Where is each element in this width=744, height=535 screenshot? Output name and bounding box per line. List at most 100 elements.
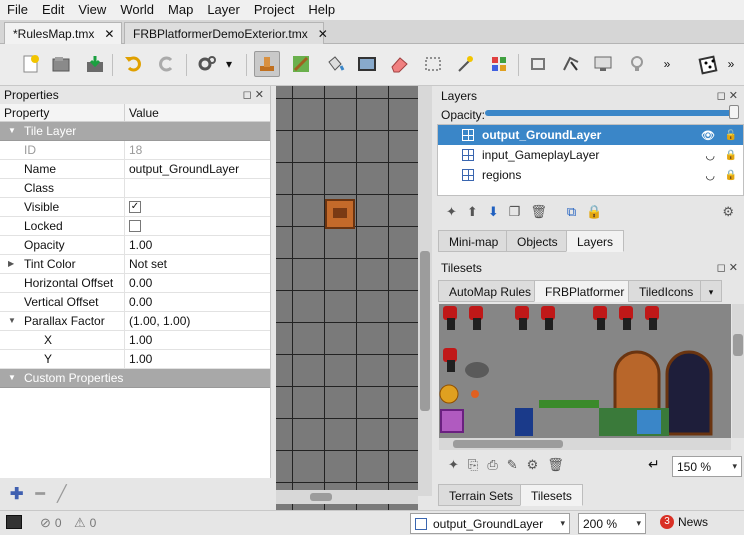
tab-terrain-sets[interactable]: Terrain Sets [438, 484, 525, 506]
object-select-icon[interactable] [526, 51, 552, 77]
raise-layer-icon[interactable]: ⬆ [467, 204, 478, 220]
tab-objects[interactable]: Objects [506, 230, 569, 252]
dynamic-wrap-icon[interactable]: ↵ [648, 456, 660, 473]
float-panel-icon[interactable]: ◻ [717, 262, 726, 274]
tab-layers[interactable]: Layers [566, 230, 625, 252]
error-count[interactable]: ⊘ 0 [40, 515, 62, 531]
vertical-scrollbar[interactable] [418, 86, 432, 496]
layer-item[interactable]: output_GroundLayer 👁 🔓 [438, 125, 743, 145]
new-tileset-icon[interactable]: ✦ [448, 457, 459, 473]
current-layer-select[interactable]: output_GroundLayer ▾ [410, 513, 570, 534]
edit-polygons-icon[interactable] [558, 51, 584, 77]
tab-tilesets[interactable]: Tilesets [520, 484, 583, 506]
close-icon[interactable]: ✕ [729, 90, 738, 102]
tab-list-dropdown[interactable]: ▾ [700, 280, 722, 302]
tab-frbplatformer[interactable]: FRBPlatformer [534, 280, 636, 302]
horizontal-scrollbar[interactable] [276, 490, 418, 504]
delete-layer-icon[interactable]: 🗑 [530, 204, 547, 220]
overflow-chevron-icon[interactable]: » [660, 51, 674, 77]
layer-item[interactable]: regions ◡ 🔒 [438, 165, 743, 185]
warning-count[interactable]: ⚠ 0 [74, 515, 96, 531]
eye-closed-icon[interactable]: ◡ [705, 149, 715, 162]
export-tileset-icon[interactable]: ⎙ [487, 457, 497, 473]
close-icon[interactable]: ✕ [729, 262, 738, 274]
rename-property-icon[interactable]: ╱ [57, 484, 67, 504]
embed-tileset-icon[interactable]: ⎘ [468, 457, 478, 473]
tab-automap-rules[interactable]: AutoMap Rules [438, 280, 543, 302]
menu-layer[interactable]: Layer [200, 0, 247, 20]
tileset-zoom-select[interactable]: 150 % ▾ [672, 456, 742, 477]
tileset-hscroll[interactable] [439, 438, 731, 450]
table-row[interactable]: Opacity 1.00 [0, 236, 270, 255]
table-row[interactable]: ▶ Tint Color Not set [0, 255, 270, 274]
scrollbar-thumb[interactable] [453, 440, 563, 448]
show-hide-others-icon[interactable]: ⧉ [567, 204, 576, 220]
tab-rulesmap[interactable]: *RulesMap.tmx ✕ [4, 22, 122, 44]
undo-icon[interactable] [120, 51, 146, 77]
eye-icon[interactable]: 👁 [701, 129, 715, 142]
table-row[interactable]: X 1.00 [0, 331, 270, 350]
shape-fill-icon[interactable] [354, 51, 380, 77]
duplicate-layer-icon[interactable]: ❐ [509, 204, 521, 220]
tab-frbplatformer[interactable]: FRBPlatformerDemoExterior.tmx ✕ [124, 22, 328, 44]
slider-handle[interactable] [729, 105, 739, 119]
save-icon[interactable] [82, 51, 108, 77]
delete-tileset-icon[interactable]: 🗑 [547, 457, 564, 473]
table-row[interactable]: Locked [0, 217, 270, 236]
bucket-fill-icon[interactable] [322, 51, 348, 77]
chevron-down-icon[interactable]: ▾ [222, 51, 236, 77]
menu-view[interactable]: View [71, 0, 113, 20]
table-row[interactable]: Vertical Offset 0.00 [0, 293, 270, 312]
tileset-vscroll[interactable] [732, 304, 744, 438]
insert-rectangle-icon[interactable] [590, 51, 616, 77]
group-tile-layer[interactable]: ▼ Tile Layer [0, 122, 270, 141]
tab-tiledicons[interactable]: TiledIcons [628, 280, 705, 302]
eraser-icon[interactable] [386, 51, 412, 77]
group-custom-properties[interactable]: ▼ Custom Properties [0, 369, 270, 388]
layer-item[interactable]: input_GameplayLayer ◡ 🔒 [438, 145, 743, 165]
close-icon[interactable]: ✕ [255, 89, 264, 101]
add-property-icon[interactable]: ✚ [10, 484, 23, 504]
select-same-tile-icon[interactable] [486, 51, 512, 77]
menu-project[interactable]: Project [247, 0, 301, 20]
table-row[interactable]: Name output_GroundLayer [0, 160, 270, 179]
lock-all-icon[interactable]: 🔒 [586, 204, 602, 220]
menu-file[interactable]: File [0, 0, 35, 20]
table-row[interactable]: ▼ Parallax Factor (1.00, 1.00) [0, 312, 270, 331]
close-icon[interactable]: ✕ [318, 27, 328, 41]
scrollbar-thumb[interactable] [420, 251, 430, 411]
edit-tileset-icon[interactable]: ✎ [507, 457, 518, 473]
magic-wand-icon[interactable] [452, 51, 478, 77]
col-property[interactable]: Property [0, 104, 125, 121]
random-dice-icon[interactable] [696, 51, 722, 77]
col-value[interactable]: Value [125, 104, 159, 121]
menu-world[interactable]: World [113, 0, 161, 20]
float-panel-icon[interactable]: ◻ [243, 89, 252, 101]
unlock-icon[interactable]: 🔓 [725, 130, 737, 141]
commands-gear-icon[interactable] [194, 51, 220, 77]
console-icon[interactable] [6, 515, 22, 529]
lightbulb-icon[interactable] [624, 51, 650, 77]
lower-layer-icon[interactable]: ⬇ [488, 204, 499, 220]
table-row[interactable]: Class [0, 179, 270, 198]
opacity-slider[interactable] [485, 105, 739, 119]
close-icon[interactable]: ✕ [104, 27, 114, 41]
scrollbar-thumb[interactable] [310, 493, 332, 501]
lock-icon[interactable]: 🔒 [725, 170, 737, 181]
new-map-icon[interactable] [18, 51, 44, 77]
zoom-select[interactable]: 200 % ▾ [578, 513, 646, 534]
tab-minimap[interactable]: Mini-map [438, 230, 510, 252]
visible-checkbox[interactable]: ✓ [129, 200, 141, 213]
news-button[interactable]: 3 News [660, 515, 708, 529]
redo-icon[interactable] [154, 51, 180, 77]
locked-checkbox[interactable] [129, 219, 141, 232]
table-row[interactable]: Horizontal Offset 0.00 [0, 274, 270, 293]
rect-select-icon[interactable] [420, 51, 446, 77]
open-icon[interactable] [48, 51, 74, 77]
scrollbar-thumb[interactable] [733, 334, 743, 356]
table-row[interactable]: ID 18 [0, 141, 270, 160]
float-panel-icon[interactable]: ◻ [717, 90, 726, 102]
menu-edit[interactable]: Edit [35, 0, 71, 20]
lock-icon[interactable]: 🔒 [725, 150, 737, 161]
table-row[interactable]: Y 1.00 [0, 350, 270, 369]
